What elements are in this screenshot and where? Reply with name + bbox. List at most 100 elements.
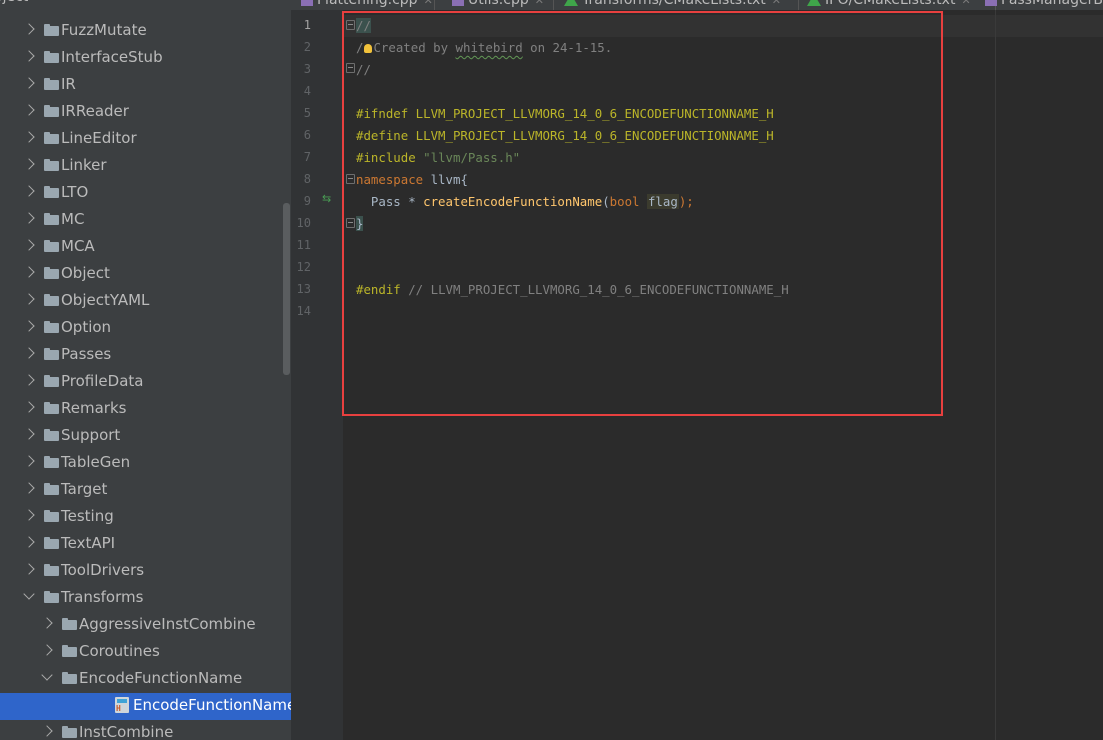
folder-icon — [44, 105, 59, 117]
tab-ipo-cmakelists[interactable]: IPO/CMakeLists.txt ✕ — [807, 0, 971, 10]
tree-item-option[interactable]: Option — [0, 315, 291, 342]
collapse-all-icon[interactable]: ⤓ — [188, 0, 193, 3]
tree-item-passes[interactable]: Passes — [0, 342, 291, 369]
chevron-down-icon[interactable] — [23, 588, 35, 600]
chevron-right-icon[interactable] — [23, 185, 35, 197]
right-margin-guide — [995, 10, 996, 740]
tree-item-coroutines[interactable]: Coroutines — [0, 639, 291, 666]
tree-item-lineeditor[interactable]: LineEditor — [0, 126, 291, 153]
chevron-right-icon[interactable] — [23, 347, 35, 359]
line-number: 2 — [303, 40, 311, 54]
expand-icon[interactable]: ⌃ — [214, 0, 224, 2]
folder-icon — [44, 51, 59, 63]
tab-flattening-cpp[interactable]: Flattening.cpp ✕ — [301, 0, 433, 10]
tab-passmanager[interactable]: PassManagerB — [985, 0, 1103, 10]
folder-icon — [44, 159, 59, 171]
chevron-right-icon[interactable] — [23, 104, 35, 116]
line-number: 5 — [303, 106, 311, 120]
tree-item-aggressiveinstcombine[interactable]: AggressiveInstCombine — [0, 612, 291, 639]
tree-item-label: Testing — [61, 507, 114, 525]
tree-item-mc[interactable]: MC — [0, 207, 291, 234]
tree-item-irreader[interactable]: IRReader — [0, 99, 291, 126]
tree-item-tooldrivers[interactable]: ToolDrivers — [0, 558, 291, 585]
locate-icon[interactable]: ⊕ — [160, 0, 170, 2]
chevron-right-icon[interactable] — [23, 77, 35, 89]
tab-utils-cpp[interactable]: Utils.cpp ✕ — [452, 0, 544, 10]
chevron-right-icon[interactable] — [23, 536, 35, 548]
tree-item-linker[interactable]: Linker — [0, 153, 291, 180]
chevron-right-icon[interactable] — [23, 212, 35, 224]
tree-item-label: FuzzMutate — [61, 21, 147, 39]
tree-item-label: ProfileData — [61, 372, 144, 390]
folder-icon — [44, 429, 59, 441]
chevron-right-icon[interactable] — [23, 50, 35, 62]
tree-item-lto[interactable]: LTO — [0, 180, 291, 207]
tree-item-tablegen[interactable]: TableGen — [0, 450, 291, 477]
close-icon[interactable]: ✕ — [772, 0, 781, 7]
tree-item-fuzzmutate[interactable]: FuzzMutate — [0, 18, 291, 45]
line-number: 3 — [303, 62, 311, 76]
chevron-right-icon[interactable] — [23, 23, 35, 35]
tree-item-label: Transforms — [61, 588, 144, 606]
chevron-right-icon[interactable] — [23, 509, 35, 521]
folder-icon — [44, 591, 59, 603]
chevron-right-icon[interactable] — [23, 293, 35, 305]
line-number: 8 — [303, 172, 311, 186]
tree-item-encodefunctionname[interactable]: EncodeFunctionName — [0, 666, 291, 693]
chevron-right-icon[interactable] — [23, 320, 35, 332]
chevron-right-icon[interactable] — [23, 158, 35, 170]
folder-icon — [44, 537, 59, 549]
tab-transforms-cmakelists[interactable]: Transforms/CMakeLists.txt ✕ — [564, 0, 781, 10]
tree-item-remarks[interactable]: Remarks — [0, 396, 291, 423]
project-panel-title: oject — [0, 0, 28, 5]
chevron-right-icon[interactable] — [23, 401, 35, 413]
tree-item-label: ToolDrivers — [61, 561, 145, 579]
tree-item-label: Remarks — [61, 399, 127, 417]
chevron-right-icon[interactable] — [23, 131, 35, 143]
cpp-file-icon — [452, 0, 464, 6]
tree-item-encodefunctionname-h[interactable]: HEncodeFunctionName.h — [0, 693, 291, 720]
tree-item-mca[interactable]: MCA — [0, 234, 291, 261]
line-number: 12 — [296, 260, 311, 274]
tree-item-target[interactable]: Target — [0, 477, 291, 504]
tree-item-transforms[interactable]: Transforms — [0, 585, 291, 612]
override-navigation-icon[interactable]: ⇆ — [322, 192, 331, 205]
chevron-right-icon[interactable] — [23, 266, 35, 278]
line-number: 14 — [296, 304, 311, 318]
tree-scrollbar[interactable] — [283, 203, 290, 375]
folder-icon — [44, 186, 59, 198]
tree-item-object[interactable]: Object — [0, 261, 291, 288]
folder-icon — [44, 564, 59, 576]
tree-item-ir[interactable]: IR — [0, 72, 291, 99]
close-icon[interactable]: ✕ — [535, 0, 544, 7]
tree-item-textapi[interactable]: TextAPI — [0, 531, 291, 558]
close-icon[interactable]: ✕ — [961, 0, 970, 7]
close-icon[interactable]: ✕ — [424, 0, 433, 7]
chevron-right-icon[interactable] — [23, 482, 35, 494]
tree-item-testing[interactable]: Testing — [0, 504, 291, 531]
tree-item-profiledata[interactable]: ProfileData — [0, 369, 291, 396]
tab-label: Utils.cpp — [468, 0, 529, 8]
chevron-right-icon[interactable] — [41, 617, 53, 629]
chevron-right-icon[interactable] — [23, 455, 35, 467]
gear-icon[interactable]: ⚙ — [246, 0, 257, 2]
chevron-right-icon[interactable] — [23, 428, 35, 440]
chevron-right-icon[interactable] — [23, 374, 35, 386]
tree-item-label: EncodeFunctionName — [79, 669, 243, 687]
line-number: 9 — [303, 194, 311, 208]
folder-icon — [44, 132, 59, 144]
chevron-right-icon[interactable] — [41, 644, 53, 656]
tree-item-interfacestub[interactable]: InterfaceStub — [0, 45, 291, 72]
tree-item-objectyaml[interactable]: ObjectYAML — [0, 288, 291, 315]
annotation-highlight-box — [342, 11, 943, 416]
chevron-down-icon[interactable] — [41, 669, 53, 681]
folder-icon — [44, 213, 59, 225]
tree-item-support[interactable]: Support — [0, 423, 291, 450]
cpp-file-icon — [985, 0, 997, 6]
folder-icon — [62, 726, 77, 738]
chevron-right-icon[interactable] — [41, 725, 53, 737]
tree-item-instcombine[interactable]: InstCombine — [0, 720, 291, 740]
tree-item-label: Passes — [61, 345, 112, 363]
chevron-right-icon[interactable] — [23, 563, 35, 575]
chevron-right-icon[interactable] — [23, 239, 35, 251]
